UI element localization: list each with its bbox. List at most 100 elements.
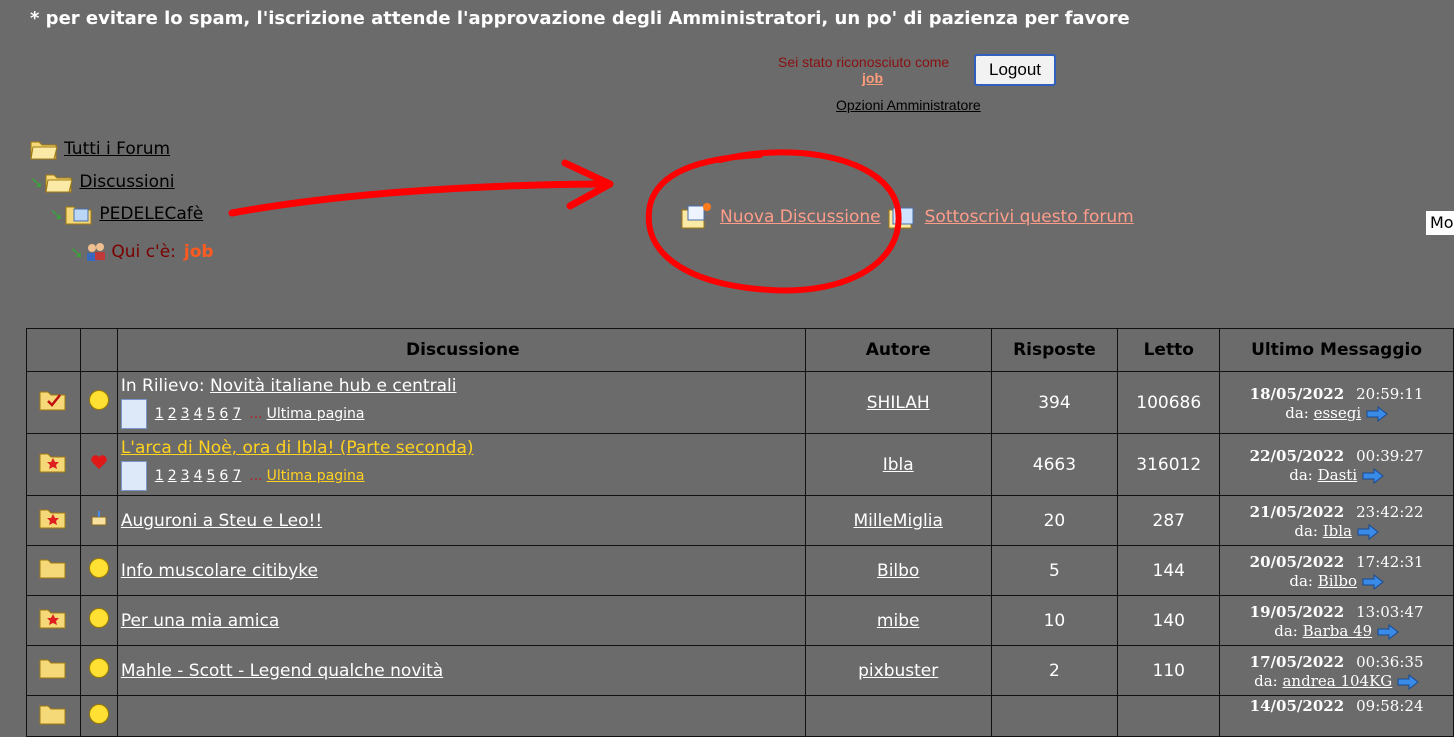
page-link[interactable]: 7 — [232, 406, 241, 422]
table-row: Info muscolare citibyke Bilbo 5 144 20/0… — [26, 545, 1454, 596]
last-post-date: 17/05/2022 — [1249, 652, 1345, 671]
page-link[interactable]: 2 — [168, 468, 177, 484]
row-author-cell: Bilbo — [804, 545, 992, 596]
page-link[interactable]: 7 — [232, 468, 241, 484]
page-link[interactable]: 1 — [155, 406, 164, 422]
page-link[interactable]: 4 — [194, 406, 203, 422]
goto-last-arrow-icon[interactable] — [1377, 623, 1399, 640]
last-post-author[interactable]: Bilbo — [1318, 572, 1357, 590]
page-link[interactable]: 4 — [194, 468, 203, 484]
new-topic-icon — [681, 203, 711, 229]
author-link[interactable]: MilleMiglia — [854, 511, 943, 531]
breadcrumb-all-forums: Tutti i Forum — [30, 138, 170, 160]
topic-link[interactable]: Novità italiane hub e centrali — [210, 376, 456, 396]
author-link[interactable]: SHILAH — [867, 393, 930, 413]
row-author-cell: SHILAH — [804, 371, 992, 434]
last-post-time: 17:42:31 — [1356, 552, 1424, 571]
cake-icon — [91, 511, 107, 526]
table-row: Mahle - Scott - Legend qualche novità pi… — [26, 645, 1454, 696]
goto-last-arrow-icon[interactable] — [1362, 573, 1384, 590]
topic-link[interactable]: Auguroni a Steu e Leo!! — [121, 511, 322, 531]
page-link[interactable]: 6 — [219, 406, 228, 422]
row-last-post-cell: 18/05/2022 20:59:11 da: essegi — [1219, 371, 1454, 434]
topic-link[interactable]: Info muscolare citibyke — [121, 561, 318, 581]
header-replies[interactable]: Risposte — [990, 328, 1119, 372]
last-post-author[interactable]: Dasti — [1318, 466, 1358, 484]
pages-icon — [120, 461, 147, 491]
last-post-author[interactable]: andrea 104KG — [1282, 672, 1392, 690]
header-read[interactable]: Letto — [1117, 328, 1221, 372]
page-link[interactable]: 5 — [207, 468, 216, 484]
last-post-author[interactable]: essegi — [1314, 404, 1362, 422]
new-topic-link[interactable]: Nuova Discussione — [720, 207, 881, 227]
breadcrumb-forum: ➘ PEDELECafè — [50, 203, 203, 225]
row-status-cell — [26, 495, 81, 546]
row-status-cell — [26, 695, 81, 737]
subscribe-icon — [888, 207, 914, 229]
logout-button[interactable]: Logout — [974, 54, 1056, 86]
topic-link[interactable]: Per una mia amica — [121, 611, 279, 631]
smile-icon — [88, 703, 109, 724]
row-topic-cell: Auguroni a Steu e Leo!! — [116, 495, 806, 546]
forum-link[interactable]: PEDELECafè — [99, 204, 203, 224]
last-post-date: 20/05/2022 — [1249, 552, 1345, 571]
last-page-link[interactable]: Ultima pagina — [267, 406, 365, 422]
goto-last-arrow-icon[interactable] — [1366, 405, 1388, 422]
logged-user-link[interactable]: job — [862, 70, 883, 86]
tree-arrow-icon: ➘ — [50, 204, 64, 224]
row-read: 100686 — [1117, 371, 1221, 434]
row-author-cell: pixbuster — [804, 645, 992, 696]
category-link[interactable]: Discussioni — [79, 172, 174, 192]
last-page-link[interactable]: Ultima pagina — [267, 468, 365, 484]
last-post-time: 00:39:27 — [1356, 446, 1424, 465]
side-menu-box[interactable]: Mo — [1426, 211, 1454, 235]
last-post-time: 09:58:24 — [1356, 697, 1424, 715]
hot-topic-icon — [39, 453, 66, 473]
smile-icon — [88, 390, 109, 410]
table-row: In Rilievo: Novità italiane hub e centra… — [26, 371, 1454, 434]
hot-topic-icon — [39, 509, 66, 529]
goto-last-arrow-icon[interactable] — [1362, 467, 1384, 484]
author-link[interactable]: mibe — [877, 611, 920, 631]
page-link[interactable]: 6 — [219, 468, 228, 484]
page-link[interactable]: 5 — [207, 406, 216, 422]
table-row: 14/05/2022 09:58:24 — [26, 695, 1454, 737]
topic-link[interactable]: L'arca di Noè, ora di Ibla! (Parte secon… — [121, 438, 474, 458]
tree-arrow-icon: ➘ — [30, 172, 44, 192]
author-link[interactable]: pixbuster — [858, 661, 938, 681]
header-author[interactable]: Autore — [804, 328, 992, 372]
author-link[interactable]: Bilbo — [877, 561, 919, 581]
row-emoticon-cell — [79, 695, 118, 737]
last-post-author[interactable]: Barba 49 — [1303, 622, 1373, 640]
row-last-post-cell: 22/05/2022 00:39:27 da: Dasti — [1219, 433, 1454, 496]
goto-last-arrow-icon[interactable] — [1397, 673, 1419, 690]
row-author-cell: Ibla — [804, 433, 992, 496]
row-last-post-cell: 21/05/2022 23:42:22 da: Ibla — [1219, 495, 1454, 546]
row-read: 287 — [1117, 495, 1221, 546]
row-status-cell — [26, 595, 81, 646]
row-emoticon-cell — [79, 371, 118, 434]
subscribe-forum-link[interactable]: Sottoscrivi questo forum — [925, 207, 1134, 227]
by-label: da: — [1289, 465, 1313, 484]
header-last-post[interactable]: Ultimo Messaggio — [1219, 328, 1454, 372]
last-post-date: 21/05/2022 — [1249, 502, 1345, 521]
folder-open-icon — [45, 174, 74, 193]
smile-icon — [88, 558, 109, 578]
by-label: da: — [1294, 521, 1318, 540]
author-link[interactable]: Ibla — [883, 455, 914, 475]
admin-options-link[interactable]: Opzioni Amministratore — [836, 97, 981, 113]
hot-topic-icon — [39, 705, 66, 724]
page-link[interactable]: 2 — [168, 406, 177, 422]
page-link[interactable]: 3 — [181, 406, 190, 422]
row-last-post-cell: 17/05/2022 00:36:35 da: andrea 104KG — [1219, 645, 1454, 696]
goto-last-arrow-icon[interactable] — [1357, 523, 1379, 540]
page-link[interactable]: 3 — [181, 468, 190, 484]
row-replies: 5 — [990, 545, 1119, 596]
topic-link[interactable]: Mahle - Scott - Legend qualche novità — [121, 661, 443, 681]
last-post-date: 19/05/2022 — [1249, 602, 1345, 621]
header-topic[interactable]: Discussione — [116, 328, 806, 372]
page-link[interactable]: 1 — [155, 468, 164, 484]
last-post-author[interactable]: Ibla — [1323, 522, 1352, 540]
last-post-date: 18/05/2022 — [1249, 384, 1345, 403]
all-forums-link[interactable]: Tutti i Forum — [64, 139, 170, 159]
